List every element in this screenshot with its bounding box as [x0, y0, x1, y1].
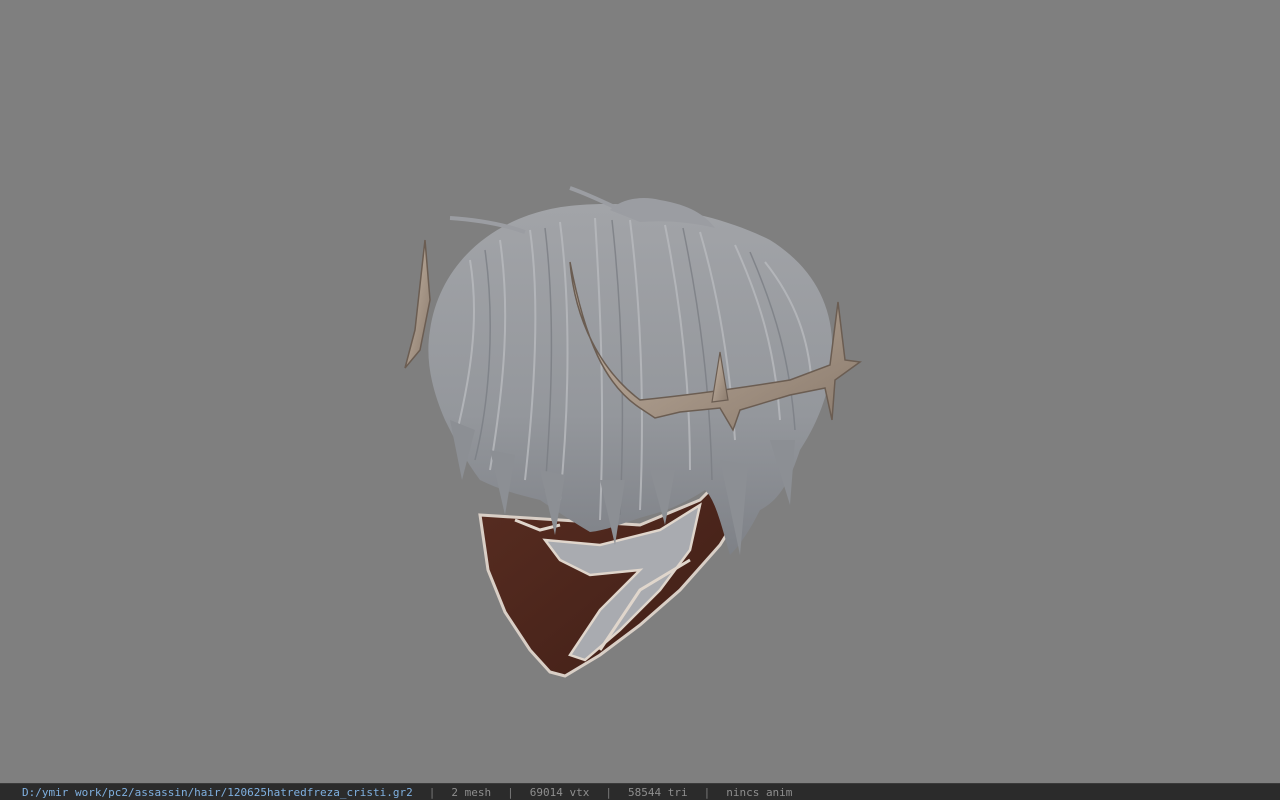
animation-status-text: nincs anim [726, 785, 793, 799]
separator: | [507, 785, 514, 799]
triangle-count-text: 58544 tri [627, 785, 688, 799]
mesh-count-text: 2 mesh [451, 785, 492, 799]
hair-mask-3d-model[interactable] [0, 0, 1280, 783]
file-path-text: D:/ymir work/pc2/assassin/hair/120625hat… [22, 785, 413, 799]
status-bar: D:/ymir work/pc2/assassin/hair/120625hat… [0, 783, 1280, 800]
separator: | [428, 785, 436, 799]
vertex-count-text: 69014 vtx [529, 785, 590, 799]
hair-strands [428, 186, 833, 555]
separator: | [605, 785, 612, 799]
3d-viewport[interactable] [0, 0, 1280, 783]
separator: | [703, 785, 711, 799]
